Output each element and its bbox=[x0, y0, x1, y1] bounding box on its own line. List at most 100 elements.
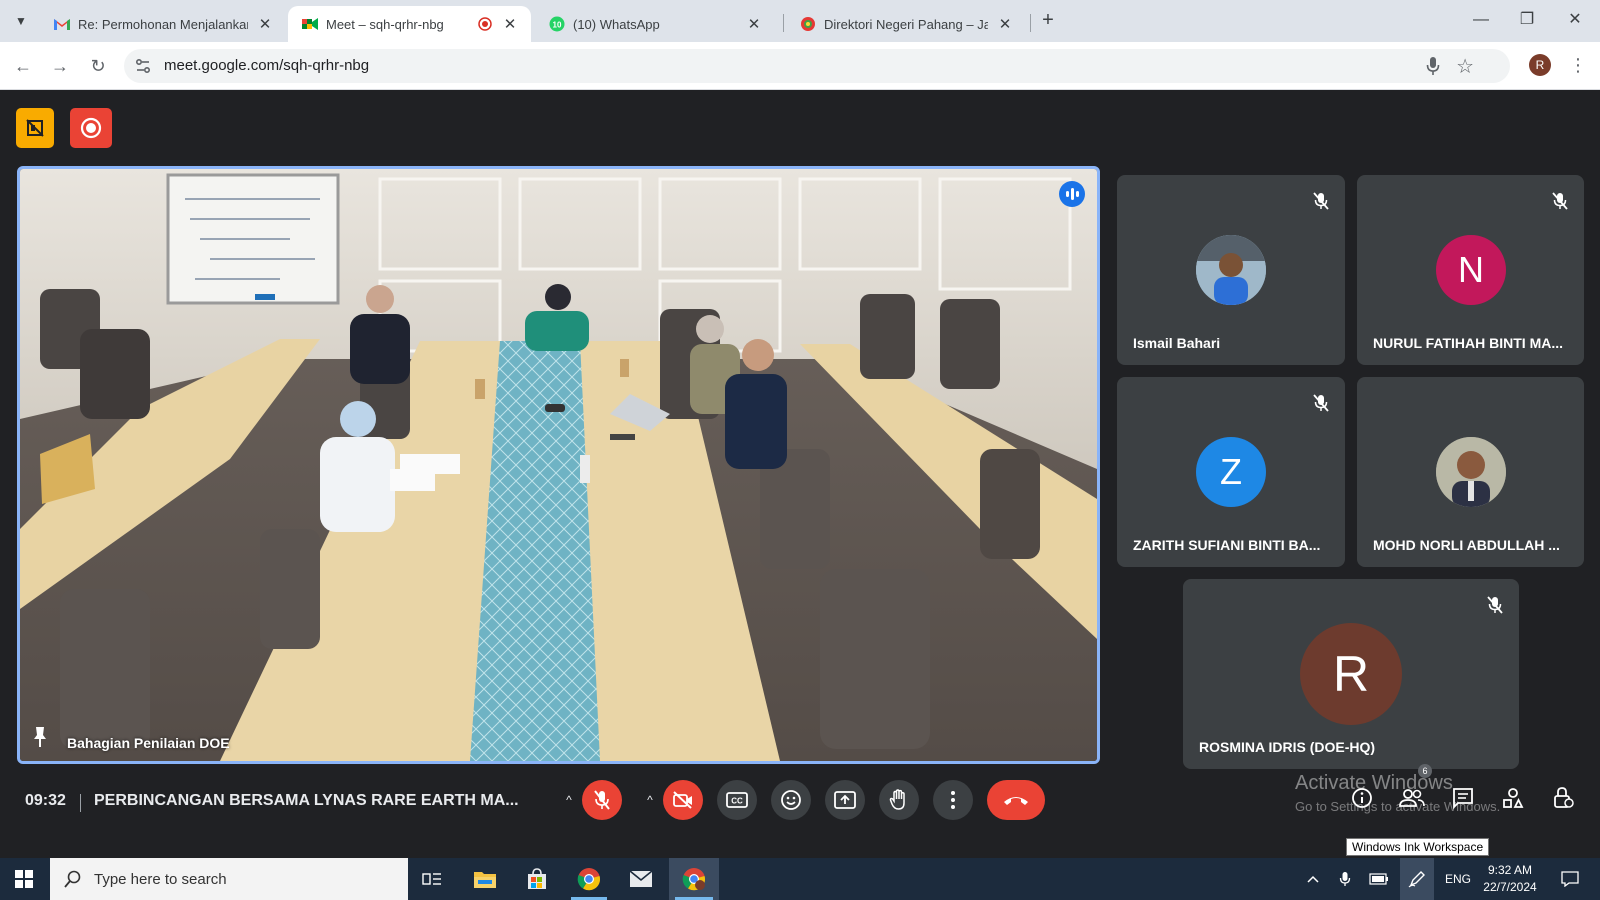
activities-icon bbox=[1503, 788, 1524, 808]
hand-icon bbox=[889, 789, 905, 810]
profile-avatar[interactable]: R bbox=[1529, 54, 1551, 76]
chrome-icon bbox=[577, 868, 601, 891]
store-button[interactable] bbox=[513, 858, 561, 900]
participant-name: NURUL FATIHAH BINTI MA... bbox=[1373, 335, 1564, 351]
task-view-button[interactable] bbox=[408, 858, 456, 900]
tab-gmail[interactable]: Re: Permohonan Menjalankan K ✕ bbox=[40, 6, 286, 42]
muted-mic-icon bbox=[1483, 593, 1507, 617]
reload-button[interactable]: ↻ bbox=[84, 52, 112, 80]
file-explorer-button[interactable] bbox=[461, 858, 509, 900]
input-language-indicator[interactable]: ENG bbox=[1442, 858, 1474, 900]
back-button[interactable]: ← bbox=[9, 52, 37, 80]
participant-tile[interactable]: MOHD NORLI ABDULLAH ... bbox=[1357, 377, 1584, 567]
close-tab-icon[interactable]: ✕ bbox=[996, 15, 1014, 33]
tab-title: (10) WhatsApp bbox=[573, 16, 660, 32]
activities-button[interactable] bbox=[1495, 780, 1531, 816]
chrome-taskbar-button[interactable] bbox=[565, 858, 613, 900]
task-view-icon bbox=[422, 873, 441, 885]
tab-direktori[interactable]: Direktori Negeri Pahang – Jabat ✕ bbox=[786, 6, 1026, 42]
address-bar[interactable]: meet.google.com/sqh-qrhr-nbg ☆ bbox=[124, 49, 1510, 83]
folder-icon bbox=[474, 872, 496, 888]
bookmark-star-icon[interactable]: ☆ bbox=[1456, 54, 1474, 79]
mic-off-icon bbox=[594, 790, 610, 810]
tab-divider bbox=[783, 14, 784, 32]
taskbar-search-box[interactable]: Type here to search bbox=[50, 858, 408, 900]
more-vert-icon bbox=[951, 791, 955, 809]
emoji-icon bbox=[781, 790, 801, 810]
captions-button[interactable]: CC bbox=[717, 780, 757, 820]
minimize-button[interactable]: — bbox=[1458, 0, 1504, 40]
record-icon bbox=[80, 117, 102, 139]
host-controls-button[interactable] bbox=[16, 108, 54, 148]
recording-indicator-icon bbox=[477, 16, 493, 32]
forward-button[interactable]: → bbox=[46, 52, 74, 80]
microphone-in-use-icon bbox=[1339, 872, 1351, 886]
taskbar-clock[interactable]: 9:32 AM 22/7/2024 bbox=[1476, 862, 1544, 896]
divider bbox=[80, 794, 81, 812]
chrome-profile-taskbar-button[interactable] bbox=[669, 858, 719, 900]
participant-name: ZARITH SUFIANI BINTI BA... bbox=[1133, 537, 1321, 553]
notification-center-button[interactable] bbox=[1552, 858, 1588, 900]
close-tab-icon[interactable]: ✕ bbox=[745, 15, 763, 33]
windows-ink-button[interactable] bbox=[1400, 858, 1434, 900]
participant-tile[interactable]: Z ZARITH SUFIANI BINTI BA... bbox=[1117, 377, 1345, 567]
windows-taskbar: Type here to search ENG 9:32 AM 22/7/202… bbox=[0, 858, 1600, 900]
start-button[interactable] bbox=[0, 858, 48, 900]
meeting-clock: 09:32 bbox=[25, 792, 66, 809]
host-controls-lock-button[interactable] bbox=[1545, 780, 1581, 816]
tab-whatsapp[interactable]: 10 (10) WhatsApp ✕ bbox=[535, 6, 775, 42]
participant-letter-avatar: R bbox=[1300, 623, 1402, 725]
leave-call-button[interactable] bbox=[987, 780, 1045, 820]
battery-icon bbox=[1369, 873, 1388, 885]
recording-button[interactable] bbox=[70, 108, 112, 148]
participant-photo-avatar bbox=[1436, 437, 1506, 507]
site-settings-icon[interactable] bbox=[134, 57, 152, 75]
restore-button[interactable]: ❐ bbox=[1504, 0, 1550, 40]
tooltip: Windows Ink Workspace bbox=[1346, 838, 1490, 856]
new-tab-button[interactable]: + bbox=[1036, 9, 1060, 33]
tab-search-button[interactable]: ▼ bbox=[8, 9, 34, 33]
close-tab-icon[interactable]: ✕ bbox=[256, 15, 274, 33]
participant-letter-avatar: N bbox=[1436, 235, 1506, 305]
pin-icon[interactable] bbox=[32, 726, 48, 753]
meet-stage: Bahagian Penilaian DOE Ismail Bahari N N… bbox=[0, 90, 1600, 858]
present-icon bbox=[834, 791, 856, 809]
store-icon bbox=[528, 868, 546, 889]
windows-logo-icon bbox=[15, 870, 33, 888]
more-options-button[interactable] bbox=[933, 780, 973, 820]
audio-options-caret[interactable]: ^ bbox=[558, 780, 580, 820]
muted-mic-icon bbox=[1309, 189, 1333, 213]
close-tab-icon[interactable]: ✕ bbox=[501, 15, 519, 33]
activate-windows-subtitle: Go to Settings to activate Windows. bbox=[1295, 799, 1501, 814]
battery-tray-icon[interactable] bbox=[1366, 858, 1392, 900]
mic-tray-icon[interactable] bbox=[1334, 858, 1356, 900]
participant-tile[interactable]: N NURUL FATIHAH BINTI MA... bbox=[1357, 175, 1584, 365]
participant-name: MOHD NORLI ABDULLAH ... bbox=[1373, 537, 1560, 553]
tab-title: Re: Permohonan Menjalankan K bbox=[78, 16, 248, 32]
close-window-button[interactable]: ✕ bbox=[1552, 0, 1598, 40]
participant-tile[interactable]: Ismail Bahari bbox=[1117, 175, 1345, 365]
microphone-icon[interactable] bbox=[1426, 56, 1440, 81]
raise-hand-button[interactable] bbox=[879, 780, 919, 820]
present-screen-button[interactable] bbox=[825, 780, 865, 820]
svg-text:CC: CC bbox=[731, 797, 743, 806]
main-video-tile[interactable]: Bahagian Penilaian DOE bbox=[17, 166, 1100, 764]
url-text[interactable]: meet.google.com/sqh-qrhr-nbg bbox=[164, 57, 369, 74]
taskbar-date: 22/7/2024 bbox=[1483, 880, 1537, 894]
tab-meet[interactable]: Meet – sqh-qrhr-nbg ✕ bbox=[288, 6, 531, 42]
main-video-participant-name: Bahagian Penilaian DOE bbox=[67, 735, 230, 751]
show-hidden-icons-button[interactable] bbox=[1302, 858, 1324, 900]
participant-tile[interactable]: R ROSMINA IDRIS (DOE-HQ) bbox=[1183, 579, 1519, 769]
camera-toggle-button[interactable] bbox=[663, 780, 703, 820]
reactions-button[interactable] bbox=[771, 780, 811, 820]
pen-ink-icon bbox=[1408, 871, 1425, 888]
video-options-caret[interactable]: ^ bbox=[639, 780, 661, 820]
taskbar-time: 9:32 AM bbox=[1487, 863, 1533, 877]
tab-title: Meet – sqh-qrhr-nbg bbox=[326, 16, 444, 32]
browser-menu-icon[interactable]: ⋮ bbox=[1569, 54, 1587, 76]
lock-person-icon bbox=[1554, 787, 1574, 808]
captions-icon: CC bbox=[726, 792, 748, 808]
mail-button[interactable] bbox=[617, 858, 665, 900]
participant-photo-avatar bbox=[1196, 235, 1266, 305]
microphone-toggle-button[interactable] bbox=[582, 780, 622, 820]
